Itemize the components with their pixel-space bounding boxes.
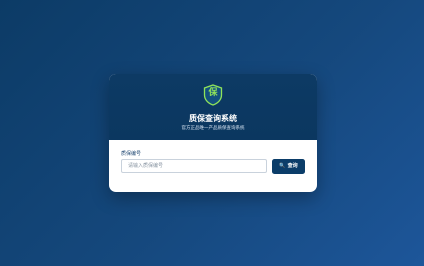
card-body: 质保编号 🔍查询	[109, 140, 317, 192]
page-title: 质保查询系统	[189, 114, 237, 123]
query-button[interactable]: 🔍 查询	[272, 159, 305, 174]
page-background: { "header": { "shield_char": "保", "title…	[0, 0, 424, 266]
query-card: 保 质保查询系统 官方正品唯一产品质保查询系统 质保编号 🔍查询	[109, 74, 317, 192]
warranty-number-input[interactable]	[121, 159, 267, 173]
query-button-label: 查询	[287, 163, 298, 169]
search-icon: 🔍	[279, 163, 286, 169]
warranty-number-label: 质保编号	[121, 151, 142, 157]
card-header: 保 质保查询系统 官方正品唯一产品质保查询系统	[109, 74, 317, 140]
shield-logo-char: 保	[208, 88, 218, 98]
page-subtitle: 官方正品唯一产品质保查询系统	[181, 126, 245, 131]
shield-icon: 保	[203, 84, 223, 106]
